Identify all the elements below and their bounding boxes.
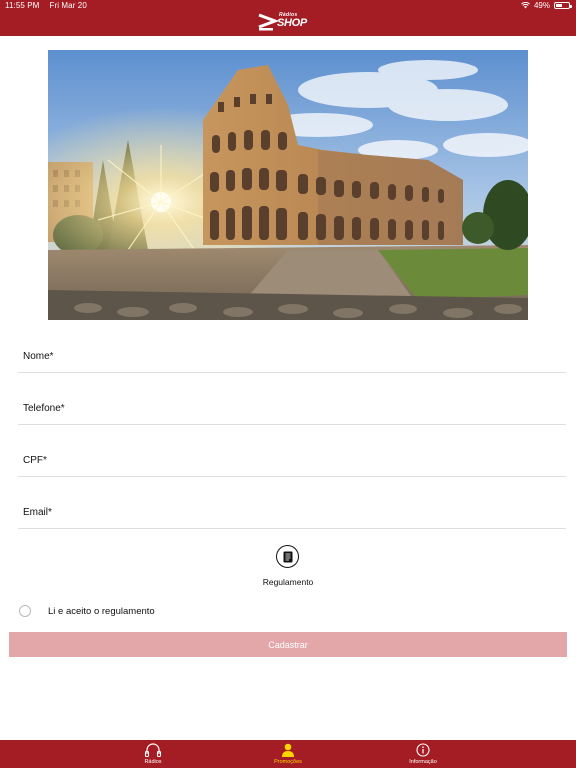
phone-field[interactable]: Telefone*	[18, 373, 566, 425]
name-field-label: Nome*	[23, 351, 54, 362]
regulation-label[interactable]: Regulamento	[0, 577, 576, 587]
person-icon	[282, 743, 294, 757]
document-icon	[283, 551, 292, 562]
status-time-date: 11:55 PM Fri Mar 20	[5, 1, 97, 10]
email-field-label: Email*	[23, 507, 52, 518]
submit-button[interactable]: Cadastrar	[9, 632, 567, 657]
tab-promocoes-label: Promoções	[274, 759, 302, 765]
info-icon	[416, 743, 430, 757]
headphones-icon	[144, 743, 162, 757]
bottom-tab-bar: Rádios Promoções Informação	[0, 740, 576, 768]
logo-arrow-icon	[258, 13, 279, 31]
radios-shop-logo: Rádios SHOP	[257, 12, 319, 32]
phone-field-label: Telefone*	[23, 403, 65, 414]
promo-banner-image	[48, 50, 528, 320]
wifi-icon	[521, 2, 530, 9]
status-indicators: 49%	[521, 1, 572, 10]
email-field[interactable]: Email*	[18, 477, 566, 529]
tab-informacao[interactable]: Informação	[383, 740, 463, 768]
cpf-field-label: CPF*	[23, 455, 47, 466]
cpf-field[interactable]: CPF*	[18, 425, 566, 477]
tab-promocoes[interactable]: Promoções	[248, 740, 328, 768]
agree-label[interactable]: Li e aceito o regulamento	[48, 606, 155, 617]
agree-radio[interactable]	[19, 605, 31, 617]
tab-radios-label: Rádios	[144, 759, 162, 765]
battery-level	[556, 4, 562, 7]
logo-text-big: SHOP	[277, 17, 307, 29]
colosseum-photo	[48, 50, 528, 320]
battery-percent: 49%	[533, 1, 550, 10]
tab-informacao-label: Informação	[409, 759, 437, 765]
status-time: 11:55 PM	[5, 1, 40, 10]
tab-radios[interactable]: Rádios	[113, 740, 193, 768]
status-date: Fri Mar 20	[49, 1, 87, 10]
app-header: 11:55 PM Fri Mar 20 49% Rádios SHOP	[0, 0, 576, 36]
regulation-button[interactable]	[276, 545, 299, 568]
battery-icon	[554, 2, 572, 9]
name-field[interactable]: Nome*	[18, 321, 566, 373]
